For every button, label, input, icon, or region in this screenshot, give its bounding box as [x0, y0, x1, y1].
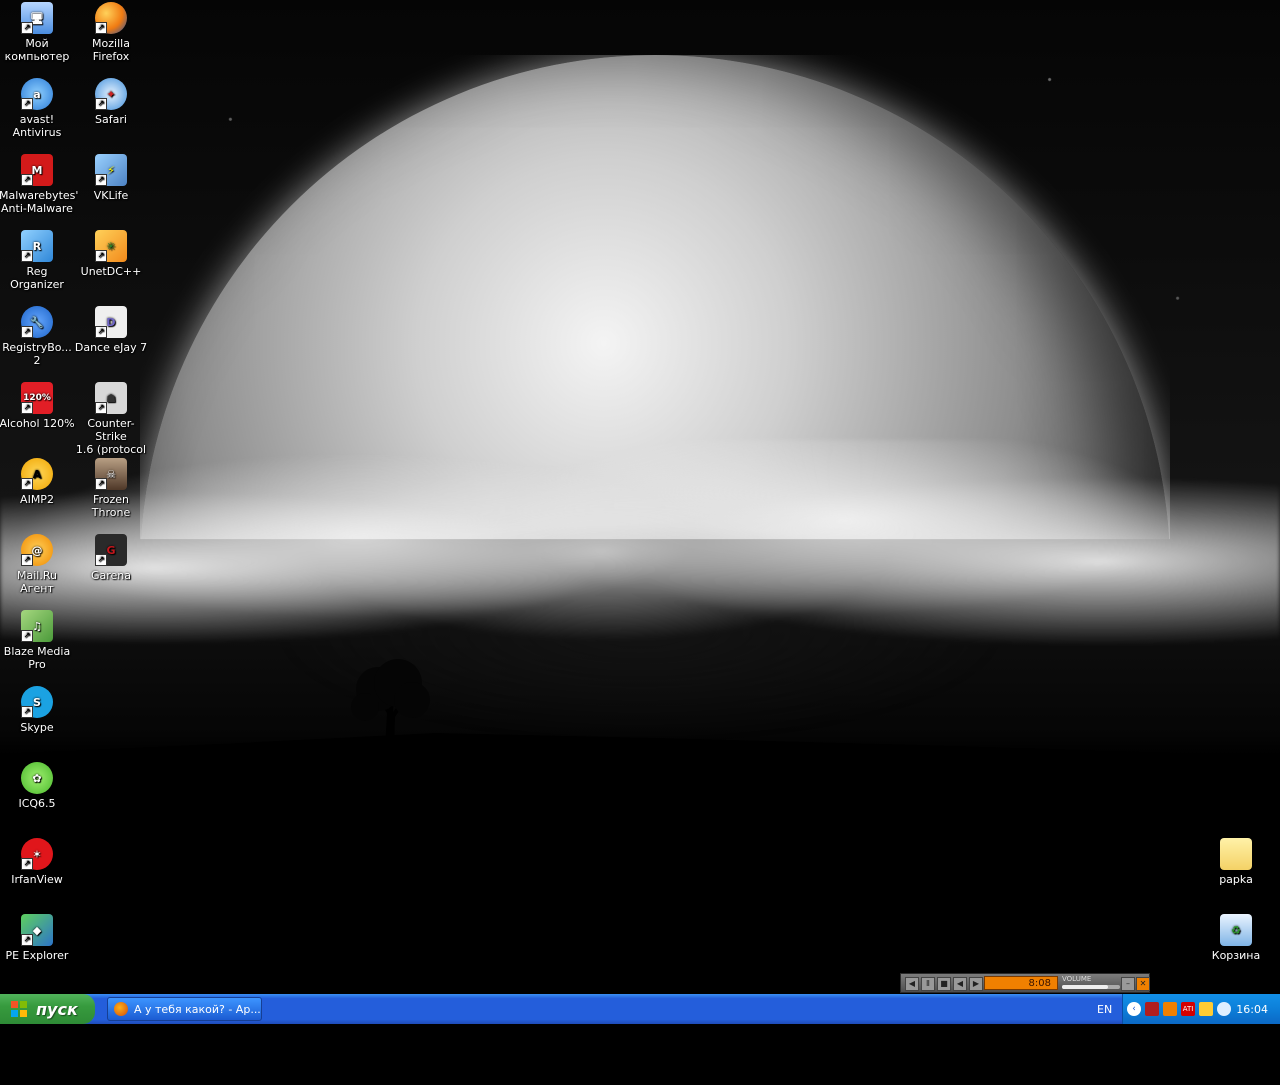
player-menu-icon[interactable]: –: [1121, 977, 1135, 991]
desktop-icon-my-computer[interactable]: 🖥 ↗ Мой компьютер: [0, 2, 75, 63]
desktop-icon-skype[interactable]: S ↗ Skype: [0, 686, 75, 734]
player-stop-icon[interactable]: ■: [937, 977, 951, 991]
desktop-icon-label: ICQ6.5: [18, 797, 56, 810]
aimp-icon: A ↗: [21, 458, 53, 490]
player-volume-label: VOLUME: [1062, 975, 1092, 983]
clock[interactable]: 16:04: [1236, 1003, 1268, 1016]
player-time-display: 8:08: [984, 976, 1058, 990]
wallpaper-ground: [0, 733, 1280, 995]
desktop-icon-label: Mail.Ru Агент: [17, 569, 57, 595]
desktop-icon-blaze-media[interactable]: ♫ ↗ Blaze Media Pro: [0, 610, 75, 671]
desktop-icon-label: Dance eJay 7: [74, 341, 148, 354]
player-close-icon[interactable]: ✕: [1136, 977, 1150, 991]
desktop-icon-label: Garena: [90, 569, 132, 582]
desktop-icon-label: RegistryBo... 2: [2, 341, 72, 367]
desktop-icon-label: Mozilla Firefox: [92, 37, 130, 63]
desktop-icon-registry-booster[interactable]: 🔧 ↗ RegistryBo... 2: [0, 306, 75, 367]
desktop-icon-label: PE Explorer: [5, 949, 69, 962]
desktop-icon-label: Reg Organizer: [10, 265, 64, 291]
desktop-icon-label: Malwarebytes' Anti-Malware: [0, 189, 79, 215]
malwarebytes-icon: M ↗: [21, 154, 53, 186]
desktop-icon-label: avast! Antivirus: [12, 113, 62, 139]
desktop-icon-papka[interactable]: papka: [1198, 838, 1274, 886]
desktop-icon-label: Safari: [95, 113, 127, 126]
garena-icon: G ↗: [95, 534, 127, 566]
desktop-icon-safari[interactable]: ✦ ↗ Safari: [73, 78, 149, 126]
tray-player-icon[interactable]: [1163, 1002, 1177, 1016]
reg-organizer-icon: R ↗: [21, 230, 53, 262]
desktop-icon-reg-organizer[interactable]: R ↗ Reg Organizer: [0, 230, 75, 291]
taskbar-task-firefox[interactable]: А у тебя какой? - Ар...: [107, 997, 262, 1021]
desktop-icon-aimp[interactable]: A ↗ AIMP2: [0, 458, 75, 506]
task-label: А у тебя какой? - Ар...: [134, 1002, 261, 1016]
tray-red-icon[interactable]: [1145, 1002, 1159, 1016]
registry-booster-icon: 🔧 ↗: [21, 306, 53, 338]
desktop-icon-label: Skype: [20, 721, 54, 734]
desktop-icon-label: Blaze Media Pro: [3, 645, 71, 671]
desktop-icon-avast[interactable]: a ↗ avast! Antivirus: [0, 78, 75, 139]
dance-ejay-icon: D ↗: [95, 306, 127, 338]
unetdc-icon: ✳ ↗: [95, 230, 127, 262]
messenger-icon[interactable]: [1199, 1002, 1213, 1016]
desktop-icon-alcohol[interactable]: 120% ↗ Alcohol 120%: [0, 382, 75, 430]
desktop-icon-malwarebytes[interactable]: M ↗ Malwarebytes' Anti-Malware: [0, 154, 79, 215]
vklife-icon: ⚡ ↗: [95, 154, 127, 186]
desktop-icon-firefox[interactable]: ↗ Mozilla Firefox: [73, 2, 149, 63]
desktop-icon-dance-ejay[interactable]: D ↗ Dance eJay 7: [73, 306, 149, 354]
skype-icon: S ↗: [21, 686, 53, 718]
desktop-icon-counter-strike[interactable]: ☗↗ Counter-Strike 1.6 (protocol 48): [73, 382, 149, 469]
desktop-icon-vklife[interactable]: ⚡ ↗ VKLife: [73, 154, 149, 202]
avast-tray-icon[interactable]: [1217, 1002, 1231, 1016]
desktop-icon-label: Корзина: [1211, 949, 1261, 962]
desktop-icon-mailru-agent[interactable]: @ ↗ Mail.Ru Агент: [0, 534, 75, 595]
wallpaper-tree: [351, 659, 430, 750]
desktop-icon-label: UnetDC++: [80, 265, 142, 278]
desktop-icon-label: IrfanView: [11, 873, 63, 886]
player-next-icon[interactable]: ▶: [969, 977, 983, 991]
player-pause-icon[interactable]: Ⅱ: [921, 977, 935, 991]
start-label: пуск: [36, 999, 78, 1019]
desktop-icon-pe-explorer[interactable]: ◆ ↗ PE Explorer: [0, 914, 75, 962]
irfanview-icon: ✶ ↗: [21, 838, 53, 870]
desktop-icon-label: VKLife: [93, 189, 129, 202]
my-computer-icon: 🖥 ↗: [21, 2, 53, 34]
player-back-icon[interactable]: ◀: [953, 977, 967, 991]
safari-icon: ✦ ↗: [95, 78, 127, 110]
firefox-icon: ↗: [95, 2, 127, 34]
desktop-icon-label: Мой компьютер: [4, 37, 70, 63]
desktop-icon-label: papka: [1219, 873, 1253, 886]
recycle-bin-icon: ♻: [1220, 914, 1252, 946]
desktop-icon-recycle-bin[interactable]: ♻ Корзина: [1198, 914, 1274, 962]
icq-icon: ✿: [21, 762, 53, 794]
desktop-icon-unetdc[interactable]: ✳ ↗ UnetDC++: [73, 230, 149, 278]
firefox-icon: [114, 1002, 128, 1016]
alcohol-icon: 120% ↗: [21, 382, 53, 414]
language-indicator[interactable]: EN: [1097, 1003, 1112, 1016]
mailru-agent-icon: @ ↗: [21, 534, 53, 566]
desktop-icon-label: Alcohol 120%: [0, 417, 75, 430]
folder-icon: [1220, 838, 1252, 870]
desktop-icon-label: AIMP2: [20, 493, 54, 506]
desktop-icon-frozen-throne[interactable]: ☠ ↗ Frozen Throne: [73, 458, 149, 519]
pe-explorer-icon: ◆ ↗: [21, 914, 53, 946]
frozen-throne-icon: ☠ ↗: [95, 458, 127, 490]
blaze-media-icon: ♫ ↗: [21, 610, 53, 642]
avast-icon: a ↗: [21, 78, 53, 110]
wallpaper-clouds: [0, 440, 1280, 760]
taskbar: пуск А у тебя какой? - Ар... EN ‹ ATI 16…: [0, 994, 1280, 1024]
ati-icon[interactable]: ATI: [1181, 1002, 1195, 1016]
counter-strike-icon: ☗ ↗: [95, 382, 127, 414]
desktop-icon-label: Frozen Throne: [91, 493, 131, 519]
desktop-icon-icq[interactable]: ✿ ICQ6.5: [0, 762, 75, 810]
desktop-icon-irfanview[interactable]: ✶ ↗ IrfanView: [0, 838, 75, 886]
system-tray: ‹ ATI 16:04: [1122, 994, 1280, 1024]
windows-logo-icon: [11, 1001, 27, 1017]
tray-arrow-icon[interactable]: ‹: [1127, 1002, 1141, 1016]
start-button[interactable]: пуск: [0, 994, 95, 1024]
player-prev-icon[interactable]: ◀: [905, 977, 919, 991]
desktop-icon-garena[interactable]: G ↗ Garena: [73, 534, 149, 582]
player-volume-slider[interactable]: [1062, 985, 1120, 989]
